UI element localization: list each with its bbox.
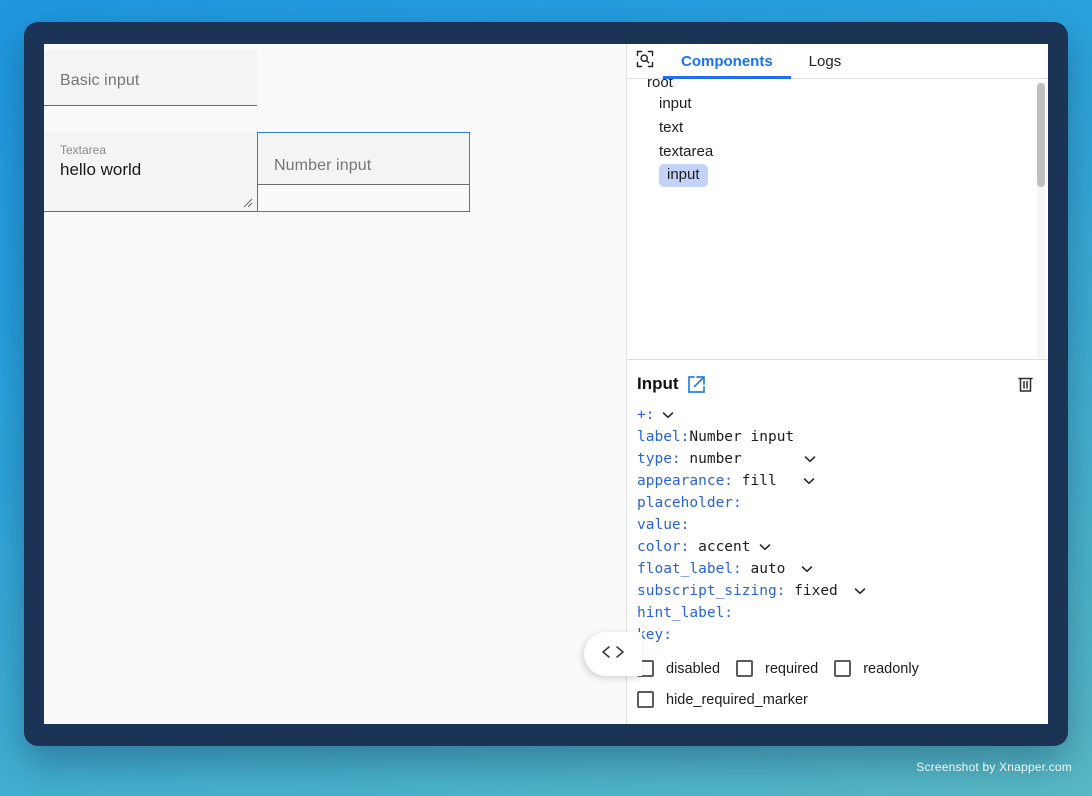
prop-key: float_label:: [637, 561, 742, 577]
prop-key: value:: [637, 517, 690, 533]
prop-key: +:: [637, 407, 655, 423]
checkbox-label: disabled: [666, 660, 721, 677]
chevron-down-icon[interactable]: [801, 565, 813, 573]
tree-item-label: root: [647, 79, 673, 91]
basic-input-field[interactable]: Basic input: [44, 50, 257, 106]
prop-key: type:: [637, 451, 681, 467]
checkbox-group-disabled[interactable]: disabled: [637, 660, 720, 677]
prop-value[interactable]: number: [681, 448, 741, 470]
prop-key: placeholder:: [637, 495, 742, 511]
number-input-selected-component[interactable]: Number input: [257, 132, 470, 212]
checkbox-row-flags: disabled required readonly: [637, 660, 1034, 677]
code-view-toggle-button[interactable]: [584, 632, 642, 676]
chevron-down-icon[interactable]: [854, 587, 866, 595]
checkbox-label: required: [765, 660, 819, 677]
component-tree-pane[interactable]: root input text textarea input: [627, 79, 1048, 360]
scrollbar-thumb[interactable]: [1037, 83, 1045, 187]
prop-key: appearance:: [637, 473, 734, 489]
prop-row-label[interactable]: label: Number input: [637, 426, 1034, 448]
number-input-label: Number input: [274, 157, 372, 174]
checkbox-group-required[interactable]: required: [736, 660, 818, 677]
tab-logs[interactable]: Logs: [791, 44, 860, 78]
chevron-down-icon[interactable]: [662, 411, 674, 419]
chevron-down-icon[interactable]: [759, 543, 771, 551]
prop-row-color[interactable]: color: accent: [637, 536, 1034, 558]
tree-item-textarea[interactable]: textarea: [639, 139, 1048, 163]
checkbox-label: readonly: [863, 660, 919, 677]
prop-row-placeholder[interactable]: placeholder:: [637, 492, 1034, 514]
inspect-element-button[interactable]: [627, 44, 663, 78]
tree-item-text[interactable]: text: [639, 115, 1048, 139]
app-body: Basic input Textarea hello world Number …: [44, 44, 1048, 724]
prop-row-key[interactable]: key:: [637, 624, 1034, 646]
component-tree-list: root input text textarea input: [627, 79, 1048, 187]
prop-row-hint-label[interactable]: hint_label:: [637, 602, 1034, 624]
component-tree-scrollbar[interactable]: [1037, 81, 1045, 358]
prop-value[interactable]: auto: [742, 558, 785, 580]
properties-pane: Input +: label: Number input type: numbe…: [627, 360, 1048, 724]
chevron-down-icon[interactable]: [804, 455, 816, 463]
prop-key: hint_label:: [637, 605, 734, 621]
prop-row-appearance[interactable]: appearance: fill: [637, 470, 1034, 492]
properties-header: Input: [637, 374, 1034, 394]
tree-item-label: input: [659, 94, 692, 112]
prop-value[interactable]: fill: [733, 470, 777, 492]
tab-components[interactable]: Components: [663, 44, 791, 79]
tree-item-label: textarea: [659, 142, 714, 160]
checkbox-group-hide-required-marker[interactable]: hide_required_marker: [637, 691, 808, 708]
preview-canvas[interactable]: Basic input Textarea hello world Number …: [44, 44, 642, 724]
prop-value[interactable]: Number input: [689, 426, 794, 448]
prop-row-type[interactable]: type: number: [637, 448, 1034, 470]
checkbox-row-marker: hide_required_marker: [637, 691, 1034, 708]
app-window-frame: Basic input Textarea hello world Number …: [24, 22, 1068, 746]
code-brackets-icon: [600, 644, 626, 665]
tree-item-root[interactable]: root: [639, 79, 1048, 91]
properties-title: Input: [637, 374, 679, 393]
textarea-label: Textarea: [60, 143, 107, 157]
prop-row-add[interactable]: +:: [637, 404, 1034, 426]
prop-key: key:: [637, 627, 672, 643]
resize-handle-icon[interactable]: [242, 196, 254, 208]
prop-key: label:: [637, 429, 690, 445]
prop-row-subscript-sizing[interactable]: subscript_sizing: fixed: [637, 580, 1034, 602]
prop-key: color:: [637, 539, 690, 555]
tree-item-input-1[interactable]: input: [639, 91, 1048, 115]
chevron-down-icon[interactable]: [803, 477, 815, 485]
tree-item-label: text: [659, 118, 684, 136]
checkbox-hide-required-marker[interactable]: [637, 691, 654, 708]
prop-row-float-label[interactable]: float_label: auto: [637, 558, 1034, 580]
trash-icon[interactable]: [1017, 375, 1034, 393]
number-input-field[interactable]: Number input: [258, 133, 469, 185]
tree-item-label: input: [659, 163, 708, 187]
textarea-value: hello world: [60, 160, 142, 179]
checkbox-group-readonly[interactable]: readonly: [834, 660, 919, 677]
external-link-icon[interactable]: [687, 375, 706, 394]
prop-value[interactable]: accent: [689, 536, 750, 558]
inspect-element-icon: [636, 50, 654, 73]
prop-value[interactable]: fixed: [785, 580, 838, 602]
watermark: Screenshot by Xnapper.com: [916, 760, 1072, 774]
prop-key: subscript_sizing:: [637, 583, 786, 599]
prop-row-value[interactable]: value:: [637, 514, 1034, 536]
textarea-field[interactable]: Textarea hello world: [44, 132, 257, 212]
inspector-tabbar: Components Logs: [627, 44, 1048, 79]
checkbox-label: hide_required_marker: [666, 691, 808, 708]
inspector-panel: Components Logs root input text textarea: [627, 44, 1048, 724]
tree-item-input-2-selected[interactable]: input: [639, 163, 1048, 187]
checkbox-readonly[interactable]: [834, 660, 852, 677]
basic-input-label: Basic input: [60, 72, 140, 89]
checkbox-required[interactable]: [736, 660, 754, 677]
